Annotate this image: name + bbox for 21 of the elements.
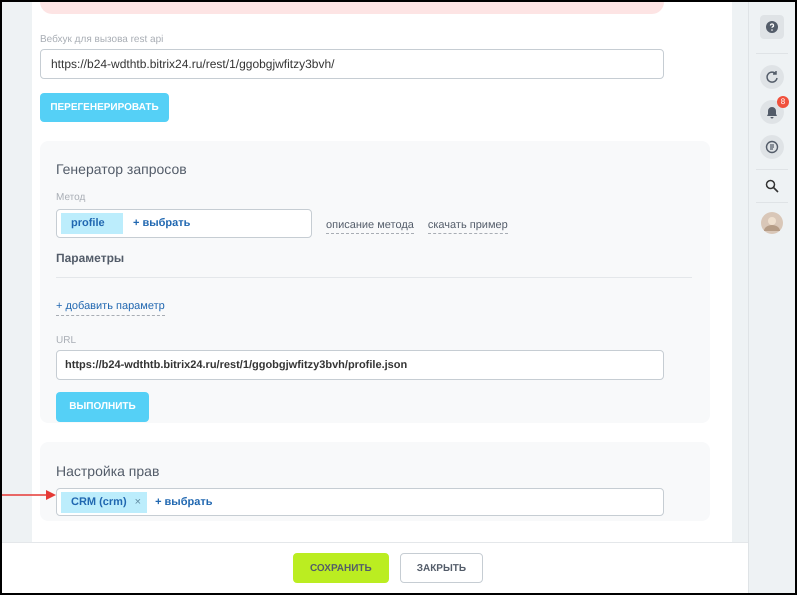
field-label: URL (56, 334, 78, 348)
tag-label: CRM (crm) (71, 494, 127, 510)
webhook-field[interactable]: https://b24-wdthtb.bitrix24.ru/rest/1/ggobgjwfitzy3bvh/ (40, 49, 664, 79)
card-title: Настройка прав (56, 462, 160, 481)
close-button[interactable]: ЗАКРЫТЬ (400, 553, 484, 583)
add-parameter-link[interactable]: + добавить параметр (56, 298, 165, 316)
select-link[interactable]: + выбрать (155, 494, 212, 510)
notification-badge: 8 (777, 96, 789, 108)
method-link[interactable]: описание метода (326, 216, 414, 234)
method-field[interactable]: profile + выбрать (56, 209, 312, 238)
remove-tag-button[interactable]: × (134, 494, 142, 510)
method-tag: profile (61, 213, 123, 234)
method-link[interactable]: скачать пример (428, 216, 508, 234)
field-label: Вебхук для вызова rest api (40, 33, 164, 47)
card-title: Генератор запросов (56, 160, 188, 179)
select-link[interactable]: + выбрать (133, 215, 190, 232)
rights-field[interactable]: CRM (crm) × + выбрать (56, 488, 664, 516)
save-button[interactable]: СОХРАНИТЬ (292, 553, 389, 583)
url-field[interactable]: https://b24-wdthtb.bitrix24.ru/rest/1/ggobgjwfitzy3bvh/profile.json (56, 350, 664, 380)
section-title: Параметры (56, 250, 126, 267)
field-label: Метод (56, 191, 86, 205)
